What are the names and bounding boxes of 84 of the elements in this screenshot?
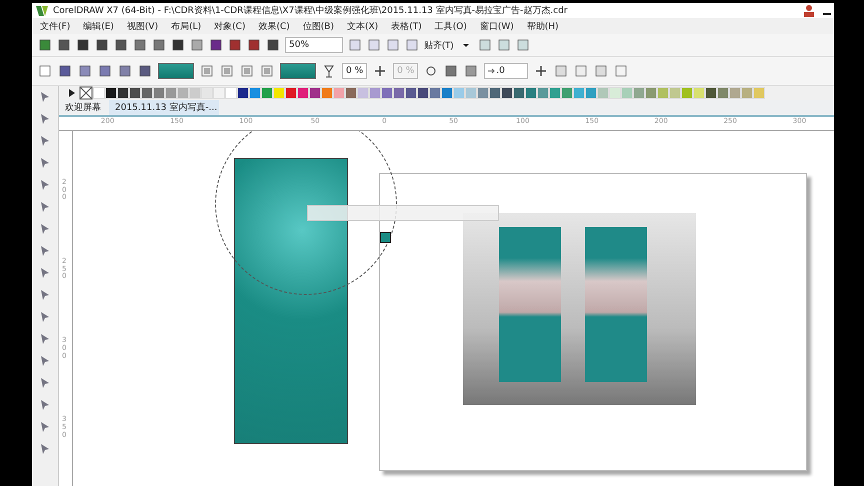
color-swatch[interactable] xyxy=(693,87,705,99)
color-swatch[interactable] xyxy=(417,87,429,99)
color-swatch[interactable] xyxy=(237,87,249,99)
color-swatch[interactable] xyxy=(633,87,645,99)
color-swatch[interactable] xyxy=(537,87,549,99)
menu-item[interactable]: 表格(T) xyxy=(391,20,422,32)
color-swatch[interactable] xyxy=(489,87,501,99)
color-swatch[interactable] xyxy=(681,87,693,99)
snap-dropdown[interactable]: 贴齐(T) xyxy=(424,38,454,52)
app-logo-icon[interactable] xyxy=(35,4,49,18)
menu-item[interactable]: 工具(O) xyxy=(434,20,467,32)
no-color-swatch-icon[interactable] xyxy=(79,86,93,100)
color-swatch[interactable] xyxy=(609,87,621,99)
menu-item[interactable]: 视图(V) xyxy=(126,20,158,32)
color-swatch[interactable] xyxy=(597,87,609,99)
color-swatch[interactable] xyxy=(741,87,753,99)
color-swatch[interactable] xyxy=(573,87,585,99)
color-swatch[interactable] xyxy=(117,87,129,99)
color-swatch[interactable] xyxy=(549,87,561,99)
color-swatch[interactable] xyxy=(153,87,165,99)
color-swatch[interactable] xyxy=(405,87,417,99)
color-swatch[interactable] xyxy=(297,87,309,99)
document-tab[interactable]: 2015.11.13 室内写真-... xyxy=(109,100,219,115)
menu-item[interactable]: 文件(F) xyxy=(40,20,70,32)
color-swatch[interactable] xyxy=(501,87,513,99)
color-swatch[interactable] xyxy=(165,87,177,99)
color-swatch[interactable] xyxy=(225,87,237,99)
color-swatch[interactable] xyxy=(669,87,681,99)
transparency-field[interactable]: 0 % xyxy=(342,63,368,79)
menu-item[interactable]: 效果(C) xyxy=(258,20,290,32)
menu-item[interactable]: 文本(X) xyxy=(346,20,378,32)
menu-item[interactable]: 位图(B) xyxy=(302,20,334,32)
color-swatch[interactable] xyxy=(333,87,345,99)
color-swatch[interactable] xyxy=(93,87,105,99)
color-swatch[interactable] xyxy=(645,87,657,99)
color-swatch[interactable] xyxy=(729,87,741,99)
color-swatch[interactable] xyxy=(753,87,765,99)
plus-icon[interactable] xyxy=(534,64,548,78)
offset-field[interactable]: .0 xyxy=(484,63,528,79)
color-swatch[interactable] xyxy=(657,87,669,99)
color-swatch[interactable] xyxy=(453,87,465,99)
color-swatch[interactable] xyxy=(261,87,273,99)
menu-item[interactable]: 布局(L) xyxy=(171,20,202,32)
color-swatch[interactable] xyxy=(513,87,525,99)
color-swatch[interactable] xyxy=(369,87,381,99)
color-swatch[interactable] xyxy=(141,87,153,99)
arrow-icon xyxy=(488,68,496,74)
menu-item[interactable]: 编辑(E) xyxy=(83,20,114,32)
menu-item[interactable]: 对象(C) xyxy=(214,20,246,32)
color-swatch[interactable] xyxy=(465,87,477,99)
color-swatch[interactable] xyxy=(177,87,189,99)
gradient-rectangle[interactable] xyxy=(234,158,348,444)
color-swatch[interactable] xyxy=(357,87,369,99)
color-swatch[interactable] xyxy=(309,87,321,99)
color-swatch[interactable] xyxy=(285,87,297,99)
window-title: CorelDRAW X7 (64-Bit) - F:\CDR资料\1-CDR课程信息\X7课程\中级案例强化班\2015.11.13 室内写真-易拉宝广告-赵万杰.cdr xyxy=(53,4,568,17)
color-swatch[interactable] xyxy=(585,87,597,99)
color-swatch[interactable] xyxy=(393,87,405,99)
color-dropdown[interactable] xyxy=(280,63,316,79)
gradient-handle[interactable] xyxy=(380,232,391,243)
color-swatch[interactable] xyxy=(381,87,393,99)
menu-item[interactable]: 帮助(H) xyxy=(526,20,559,32)
color-swatch[interactable] xyxy=(201,87,213,99)
color-swatch[interactable] xyxy=(429,87,441,99)
color-dropdown[interactable] xyxy=(158,63,194,79)
color-swatch[interactable] xyxy=(717,87,729,99)
color-swatch[interactable] xyxy=(345,87,357,99)
user-icon[interactable] xyxy=(802,4,816,18)
color-swatch[interactable] xyxy=(129,87,141,99)
color-swatch[interactable] xyxy=(321,87,333,99)
color-swatch[interactable] xyxy=(477,87,489,99)
color-swatch[interactable] xyxy=(249,87,261,99)
color-swatch[interactable] xyxy=(705,87,717,99)
color-swatch[interactable] xyxy=(621,87,633,99)
color-swatch[interactable] xyxy=(189,87,201,99)
color-swatch[interactable] xyxy=(273,87,285,99)
zoom-field[interactable]: 50% xyxy=(285,37,343,53)
color-swatch[interactable] xyxy=(561,87,573,99)
color-swatch[interactable] xyxy=(213,87,225,99)
plus-icon[interactable] xyxy=(373,64,388,78)
color-swatch[interactable] xyxy=(525,87,537,99)
color-swatch[interactable] xyxy=(441,87,453,99)
menu-item[interactable]: 窗口(W) xyxy=(480,20,514,32)
color-swatch[interactable] xyxy=(105,87,117,99)
